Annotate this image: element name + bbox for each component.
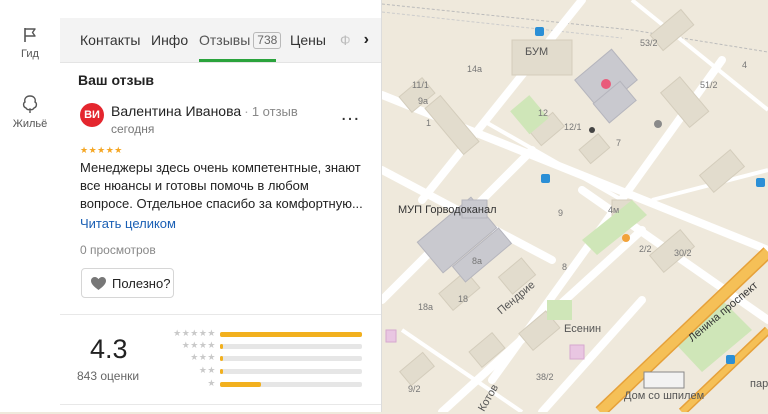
house-number: 7 [616, 138, 622, 148]
dist-bar [220, 332, 362, 337]
rating-count: 843 оценки [77, 369, 140, 383]
house-number: 38/2 [536, 372, 554, 382]
avatar[interactable]: ВИ [80, 103, 104, 127]
review-text-line: Менеджеры здесь очень компетентные, знаю… [80, 160, 361, 175]
tab-reviews-label: Отзывы [199, 32, 251, 48]
dist-bar [220, 344, 362, 349]
review-author: Валентина Иванова · 1 отзыв [111, 103, 298, 119]
house-number: 9а [418, 96, 429, 106]
dist-stars: ★★★★★ [173, 328, 216, 338]
tabs-scroll-right-button[interactable]: › [345, 18, 381, 62]
house-number: 8 [562, 262, 568, 272]
heart-icon [91, 277, 106, 290]
divider [60, 404, 381, 405]
rail-housing-label: Жильё [12, 118, 48, 130]
rail-item-guide[interactable]: Гид [0, 26, 60, 60]
rating-value: 4.3 [90, 334, 128, 364]
dist-bar-fill [220, 332, 362, 337]
house-number: 51/2 [700, 80, 718, 90]
dist-bar-fill [220, 344, 223, 349]
dist-stars: ★★★★ [181, 340, 216, 350]
dist-bar-fill [220, 356, 223, 361]
house-number: 30/2 [674, 248, 692, 258]
review-views: 0 просмотров [80, 243, 156, 257]
org-panel: Контакты Инфо Отзывы738 Цены Ф › Ваш отз… [60, 0, 382, 412]
flag-icon [24, 28, 36, 42]
your-review-title: Ваш отзыв [78, 72, 155, 88]
more-options-icon[interactable]: … [340, 104, 361, 124]
house-number: 2/2 [639, 244, 652, 254]
map-view[interactable]: БУМ МУП Горводоканал Пендрие Есенин Лени… [382, 0, 768, 414]
author-name[interactable]: Валентина Иванова [111, 103, 241, 119]
tab-info[interactable]: Инфо [151, 18, 188, 62]
map-label-spire-house[interactable]: Дом со шпилем [624, 390, 704, 402]
dist-bar [220, 356, 362, 361]
dist-stars: ★ [207, 378, 216, 388]
dist-stars: ★★★ [190, 352, 216, 362]
useful-label: Полезно? [112, 276, 171, 291]
tab-contacts[interactable]: Контакты [80, 18, 140, 62]
review-text-line: вопросе. Отдельное спасибо за комфортную… [80, 196, 363, 211]
map-label-vodokanal[interactable]: МУП Горводоканал [398, 204, 496, 216]
tabs-bar: Контакты Инфо Отзывы738 Цены Ф › [60, 18, 381, 63]
useful-button[interactable]: Полезно? [81, 268, 174, 298]
house-number: 18а [418, 302, 434, 312]
tab-reviews[interactable]: Отзывы 738 [199, 18, 282, 62]
read-more-link[interactable]: Читать целиком [80, 216, 176, 231]
left-rail: Гид Жильё [0, 0, 61, 412]
map-label-esenin[interactable]: Есенин [564, 323, 601, 335]
author-review-count: 1 отзыв [251, 104, 298, 119]
house-number: 11/1 [412, 80, 429, 90]
house-number: 9/2 [408, 384, 421, 394]
chevron-right-icon: › [363, 31, 369, 48]
house-number: 4м [608, 205, 620, 215]
dist-bar-fill [220, 382, 262, 387]
review-text-line: все нюансы и готовы помочь в любом [80, 178, 309, 193]
house-number: 8а [472, 256, 483, 266]
active-tab-indicator [199, 59, 276, 62]
house-number: 4 [742, 60, 748, 70]
house-number: 53/2 [640, 38, 658, 48]
house-number: 9 [558, 208, 564, 218]
review-stars: ★★★★★ [80, 145, 123, 155]
rail-guide-label: Гид [21, 48, 39, 60]
map-label-park: пар [750, 378, 768, 390]
dist-bar [220, 382, 362, 387]
map-label-bum[interactable]: БУМ [525, 46, 548, 58]
review-text: Менеджеры здесь очень компетентные, знаю… [80, 159, 366, 213]
dist-stars: ★★ [198, 365, 216, 375]
separator-dot: · [244, 103, 249, 119]
review-date: сегодня [111, 122, 155, 136]
house-number: 18 [458, 294, 469, 304]
tab-prices[interactable]: Цены [290, 18, 326, 62]
house-number: 14а [467, 64, 483, 74]
rail-item-housing[interactable]: Жильё [0, 94, 60, 130]
dist-bar-fill [220, 369, 223, 374]
house-number: 12 [538, 108, 549, 118]
divider [60, 314, 381, 315]
tab-reviews-count: 738 [253, 32, 282, 49]
dist-bar [220, 369, 362, 374]
house-number: 1 [426, 118, 432, 128]
tree-icon [22, 95, 38, 113]
house-number: 12/1 [564, 122, 582, 132]
